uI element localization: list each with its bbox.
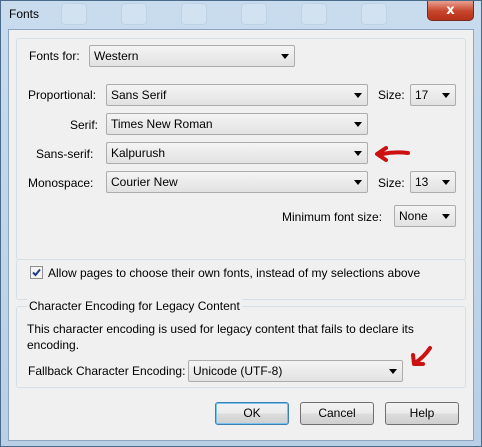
encoding-description: This character encoding is used for lega… [27, 322, 414, 352]
help-button[interactable]: Help [385, 402, 459, 425]
monospace-size-label: Size: [378, 176, 405, 190]
proportional-select[interactable]: Sans Serif [106, 84, 368, 106]
monospace-size-select[interactable]: 13 [410, 171, 456, 193]
proportional-value: Sans Serif [111, 88, 167, 102]
monospace-label: Monospace: [28, 176, 94, 190]
dropdown-arrow-icon [442, 214, 450, 219]
fonts-for-label: Fonts for: [29, 49, 80, 63]
fonts-dialog: Fonts x Fonts for: Western Proportional:… [0, 0, 482, 447]
encoding-group-title: Character Encoding for Legacy Content [27, 299, 242, 313]
dropdown-arrow-icon [354, 93, 362, 98]
dropdown-arrow-icon [442, 180, 450, 185]
serif-select[interactable]: Times New Roman [106, 113, 368, 135]
proportional-size-label: Size: [378, 88, 405, 102]
monospace-value: Courier New [111, 175, 178, 189]
red-arrow-icon [375, 146, 410, 162]
fonts-for-select[interactable]: Western [89, 45, 295, 67]
fallback-encoding-value: Unicode (UTF-8) [193, 364, 283, 378]
proportional-size-value: 17 [415, 88, 429, 102]
minimum-font-size-label: Minimum font size: [282, 210, 383, 224]
background-toolbar-icons [61, 1, 421, 27]
fallback-encoding-label: Fallback Character Encoding: [28, 364, 186, 378]
allow-pages-checkbox[interactable] [30, 266, 43, 279]
monospace-size-value: 13 [415, 175, 429, 189]
minimum-font-size-value: None [399, 209, 428, 223]
proportional-label: Proportional: [28, 88, 97, 102]
title-bar: Fonts x [1, 1, 481, 28]
sans-serif-label: Sans-serif: [36, 147, 94, 161]
dropdown-arrow-icon [389, 369, 397, 374]
dropdown-arrow-icon [354, 122, 362, 127]
minimum-font-size-select[interactable]: None [394, 205, 456, 227]
red-arrow-icon [411, 346, 432, 366]
close-icon: x [446, 3, 455, 18]
sans-serif-select[interactable]: Kalpurush [106, 142, 368, 164]
proportional-size-select[interactable]: 17 [410, 84, 456, 106]
cancel-button[interactable]: Cancel [300, 402, 374, 425]
dropdown-arrow-icon [442, 93, 450, 98]
monospace-select[interactable]: Courier New [106, 171, 368, 193]
ok-button[interactable]: OK [215, 402, 289, 425]
serif-label: Serif: [70, 118, 99, 132]
fonts-for-value: Western [94, 49, 139, 63]
serif-value: Times New Roman [111, 117, 213, 131]
sans-serif-value: Kalpurush [111, 146, 166, 160]
dropdown-arrow-icon [354, 151, 362, 156]
dropdown-arrow-icon [354, 180, 362, 185]
close-button[interactable]: x [427, 1, 474, 21]
dropdown-arrow-icon [281, 54, 289, 59]
allow-pages-label: Allow pages to choose their own fonts, i… [48, 266, 421, 280]
window-title: Fonts [9, 7, 40, 21]
dialog-body: Fonts for: Western Proportional: Sans Se… [8, 29, 474, 441]
fallback-encoding-select[interactable]: Unicode (UTF-8) [188, 360, 403, 382]
checkmark-icon [32, 268, 41, 277]
